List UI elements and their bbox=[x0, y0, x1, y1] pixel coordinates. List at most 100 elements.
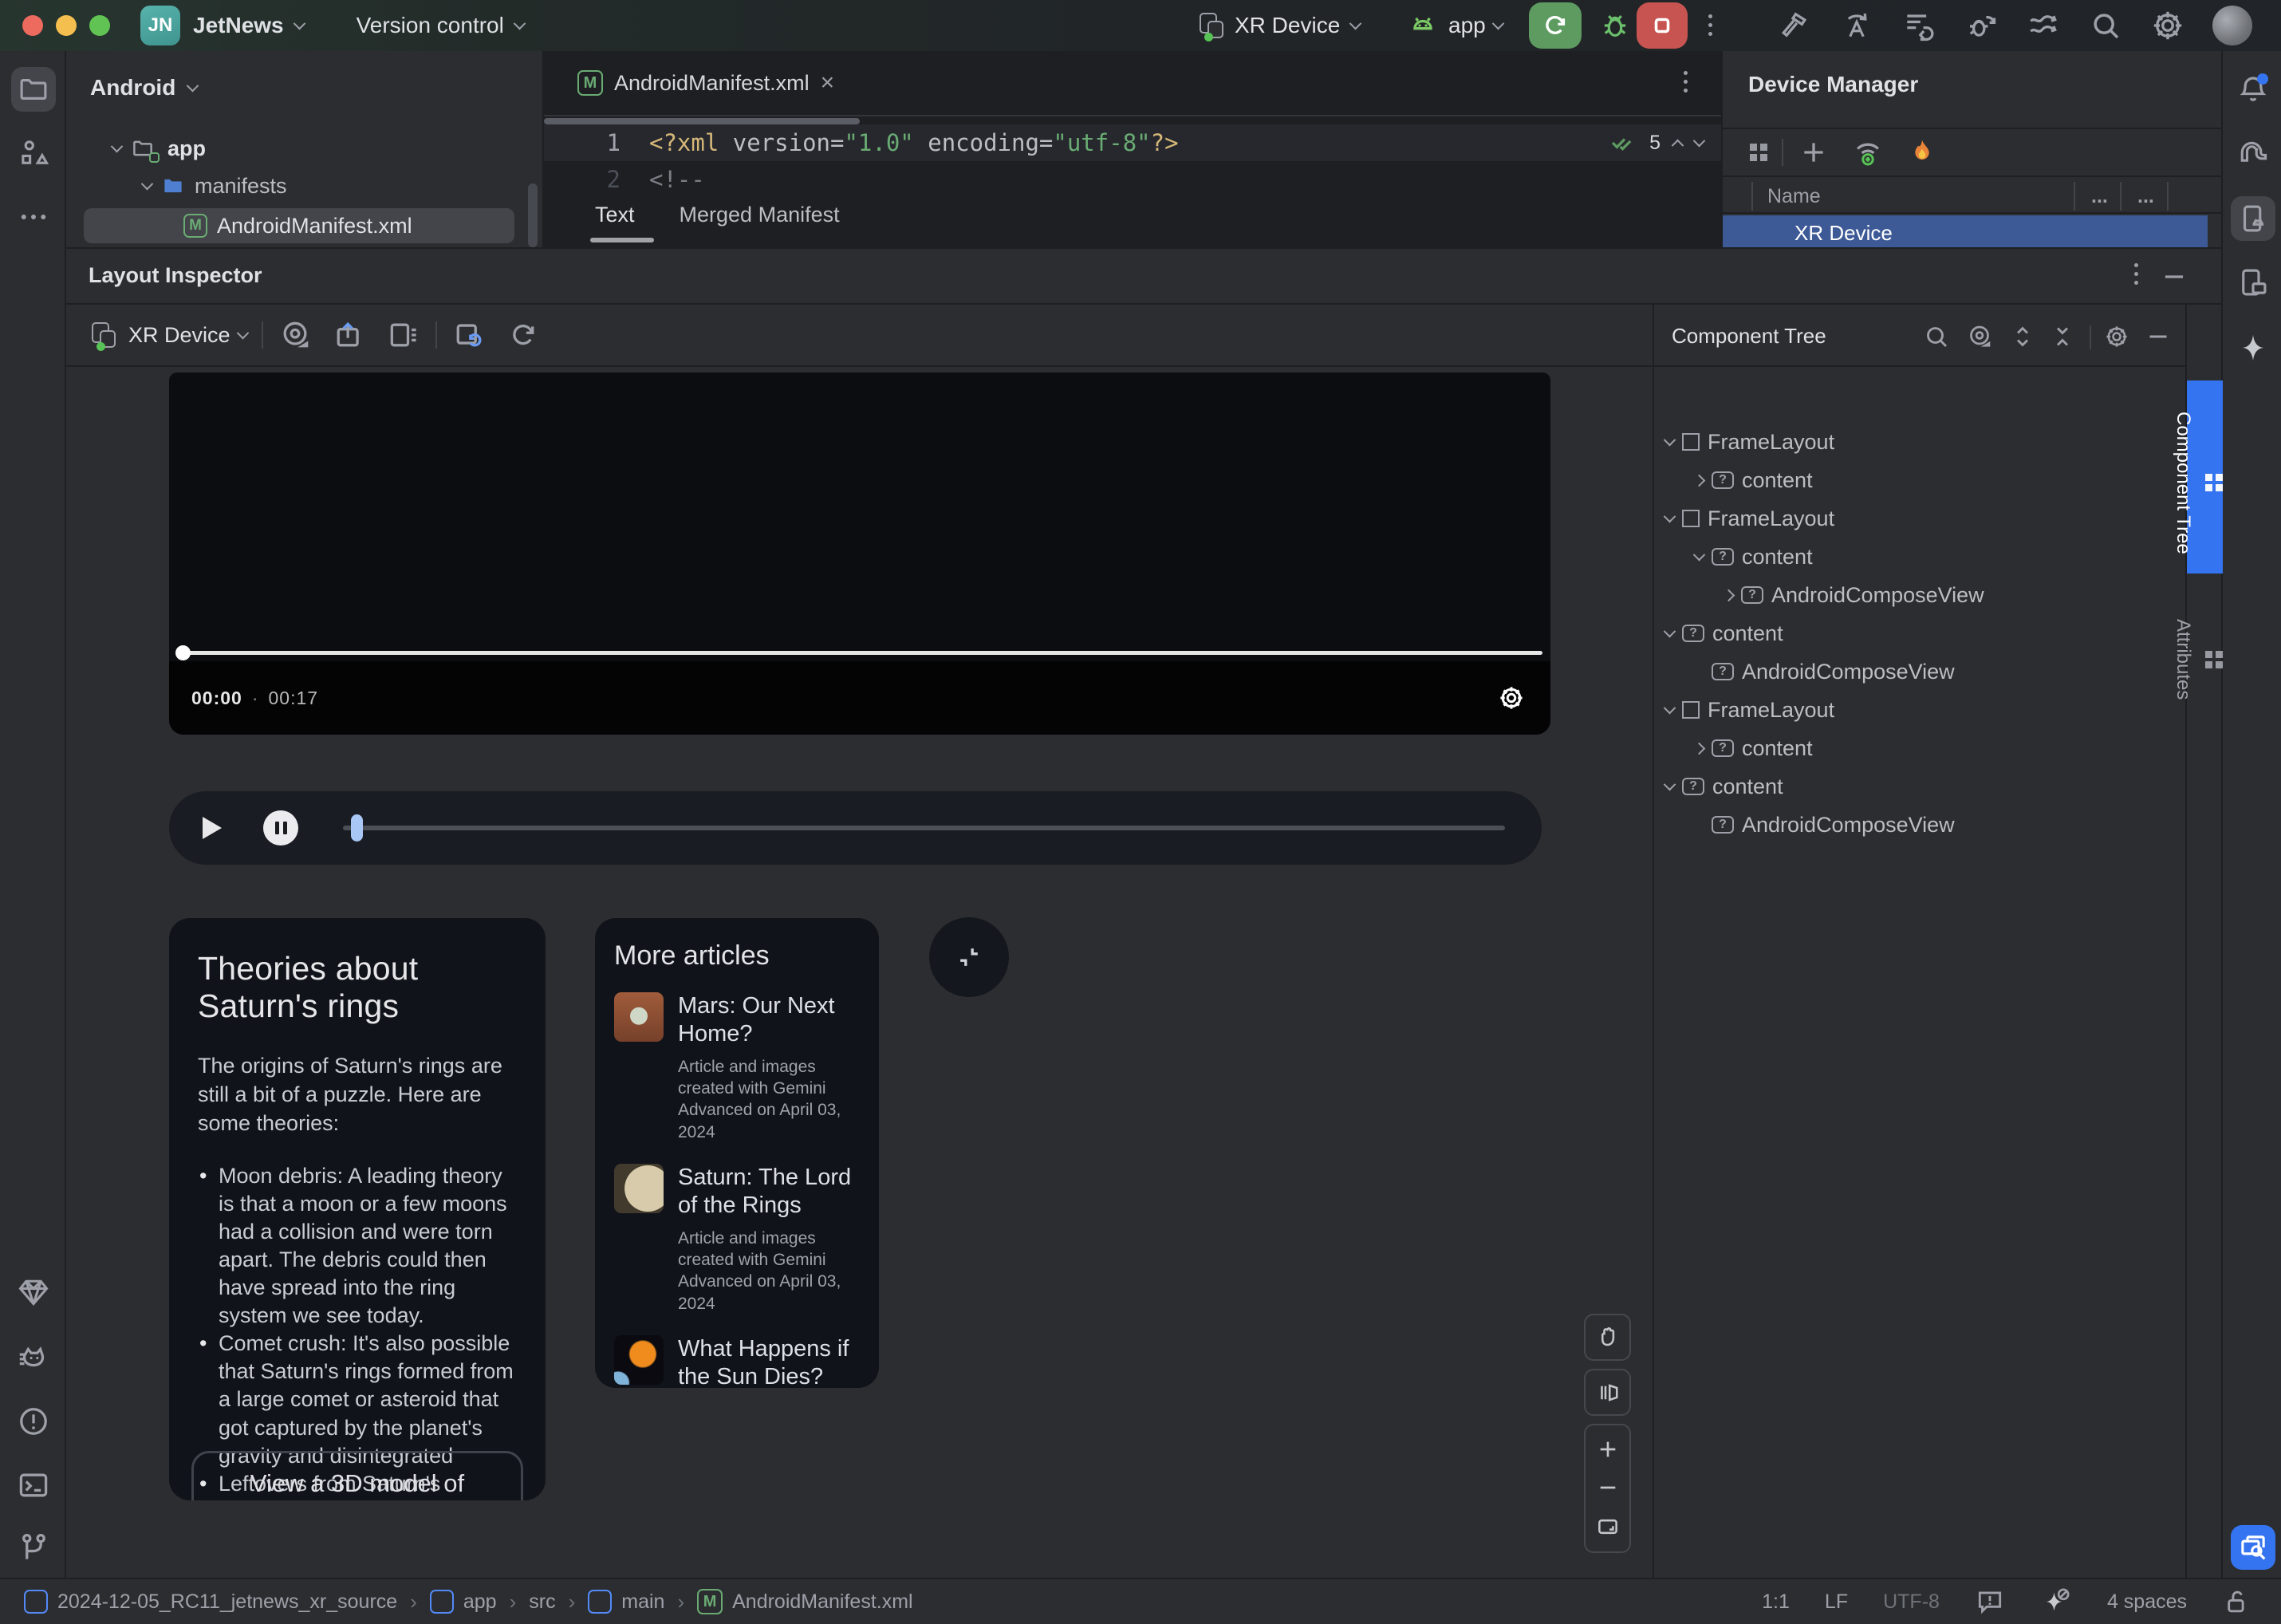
video-settings-gear-icon[interactable] bbox=[1496, 683, 1527, 713]
tree-settings-gear-icon[interactable] bbox=[2102, 322, 2131, 351]
3d-mode-button[interactable] bbox=[1584, 1369, 1631, 1416]
tree-node[interactable]: FrameLayout bbox=[1654, 691, 2185, 729]
indent-setting[interactable]: 4 spaces bbox=[2107, 1590, 2187, 1614]
inspections-widget-icon[interactable] bbox=[1975, 1587, 2005, 1617]
window-controls[interactable] bbox=[22, 15, 123, 36]
column-header-more[interactable]: ... bbox=[2091, 179, 2108, 214]
prev-problem-icon[interactable] bbox=[1671, 139, 1684, 152]
chevron-right-icon[interactable] bbox=[1692, 742, 1706, 755]
tree-node[interactable]: ? content bbox=[1654, 767, 2185, 806]
snapshot-list-icon[interactable] bbox=[386, 317, 421, 353]
project-widget[interactable]: JN JetNews bbox=[140, 6, 305, 45]
tree-node[interactable]: FrameLayout bbox=[1654, 499, 2185, 538]
article-list-item[interactable]: What Happens if the Sun Dies?Article and… bbox=[614, 1334, 860, 1388]
pair-wifi-device-icon[interactable] bbox=[1850, 135, 1885, 170]
view-options-icon[interactable] bbox=[278, 317, 313, 353]
live-updates-icon[interactable] bbox=[451, 317, 487, 353]
inspector-canvas[interactable]: 00:00 · 00:17 Theories about Saturn's ri… bbox=[66, 367, 1653, 1579]
device-selector[interactable]: XR Device bbox=[1196, 10, 1362, 41]
chevron-right-icon[interactable] bbox=[1692, 474, 1706, 487]
pause-button[interactable] bbox=[263, 810, 298, 846]
breadcrumb-item[interactable]: main bbox=[588, 1590, 664, 1614]
line-ending[interactable]: LF bbox=[1825, 1590, 1848, 1614]
settings-gear-icon[interactable] bbox=[2150, 8, 2185, 43]
problems-tool-button[interactable] bbox=[11, 1399, 56, 1444]
tree-item-manifest-file[interactable]: M AndroidManifest.xml bbox=[183, 208, 412, 243]
video-progress-track[interactable] bbox=[180, 651, 1542, 655]
breadcrumb-item[interactable]: app bbox=[429, 1590, 497, 1614]
chevron-down-icon[interactable] bbox=[1663, 625, 1676, 637]
tree-node[interactable]: ? content bbox=[1654, 461, 2185, 499]
breadcrumb-item[interactable]: src bbox=[529, 1590, 555, 1614]
gradle-button[interactable] bbox=[2231, 131, 2275, 175]
tree-node[interactable]: ? content bbox=[1654, 614, 2185, 652]
maximize-window-button[interactable] bbox=[89, 15, 110, 36]
tab-text[interactable]: Text bbox=[595, 203, 635, 227]
export-snapshot-icon[interactable] bbox=[332, 317, 367, 353]
column-header-more[interactable]: ... bbox=[2137, 179, 2154, 214]
vcs-update-icon[interactable] bbox=[2026, 8, 2061, 43]
profiler-tool-button[interactable] bbox=[11, 1335, 56, 1380]
filter-view-options-icon[interactable] bbox=[1965, 322, 1994, 351]
rerun-button[interactable] bbox=[1529, 2, 1582, 49]
chevron-down-icon[interactable] bbox=[1663, 433, 1676, 446]
device-grid-view-icon[interactable] bbox=[1750, 144, 1767, 161]
name-column-header[interactable]: Name bbox=[1767, 179, 1821, 214]
file-encoding[interactable]: UTF-8 bbox=[1883, 1590, 1940, 1614]
breadcrumb-item[interactable]: M AndroidManifest.xml bbox=[697, 1589, 913, 1614]
tree-node[interactable]: ? content bbox=[1654, 729, 2185, 767]
inspection-widget[interactable]: 5 bbox=[1608, 124, 1706, 161]
play-icon[interactable] bbox=[203, 817, 222, 839]
project-view-selector[interactable]: Android bbox=[90, 75, 199, 101]
tab-attributes[interactable]: Attributes bbox=[2173, 598, 2223, 710]
run-more-options[interactable] bbox=[1708, 14, 1712, 36]
inspector-device-selector[interactable]: XR Device bbox=[89, 319, 249, 351]
running-devices-button[interactable] bbox=[2231, 260, 2275, 305]
tree-node[interactable]: ? AndroidComposeView bbox=[1654, 652, 2185, 691]
add-device-icon[interactable] bbox=[1798, 136, 1830, 168]
video-progress-handle[interactable] bbox=[175, 645, 191, 660]
zoom-fit-icon[interactable] bbox=[1594, 1513, 1621, 1540]
refresh-icon[interactable] bbox=[506, 317, 541, 353]
tree-item-app[interactable]: app bbox=[110, 131, 206, 166]
tab-merged-manifest[interactable]: Merged Manifest bbox=[680, 203, 840, 227]
tree-node[interactable]: ? AndroidComposeView bbox=[1654, 576, 2185, 614]
code-line[interactable]: 1 <?xml version="1.0" encoding="utf-8"?> bbox=[544, 124, 1721, 161]
device-row-xr-device[interactable]: XR Device bbox=[1723, 215, 2208, 247]
code-line[interactable]: 2 <!-- bbox=[544, 161, 1721, 198]
notifications-button[interactable] bbox=[2231, 67, 2275, 112]
tree-node[interactable]: ? content bbox=[1654, 538, 2185, 576]
more-tool-windows-button[interactable] bbox=[11, 195, 56, 239]
search-everywhere-icon[interactable] bbox=[2088, 8, 2123, 43]
terminal-tool-button[interactable] bbox=[11, 1463, 56, 1508]
minimize-window-button[interactable] bbox=[56, 15, 77, 36]
profiler-bug-icon[interactable] bbox=[1964, 8, 1999, 43]
vcs-widget[interactable]: Version control bbox=[344, 13, 526, 38]
ai-disabled-icon[interactable] bbox=[2040, 1586, 2072, 1618]
project-tool-button[interactable] bbox=[11, 67, 56, 112]
lock-open-icon[interactable] bbox=[2222, 1587, 2252, 1617]
caret-position[interactable]: 1:1 bbox=[1762, 1590, 1790, 1614]
stop-button[interactable] bbox=[1637, 2, 1688, 49]
firebase-icon[interactable] bbox=[1906, 136, 1938, 168]
video-player[interactable]: 00:00 · 00:17 bbox=[169, 372, 1550, 735]
project-scrollbar[interactable] bbox=[528, 183, 538, 247]
close-tab-icon[interactable]: × bbox=[821, 71, 835, 95]
history-rollback-icon[interactable] bbox=[1901, 8, 1936, 43]
app-quality-insights-button[interactable] bbox=[11, 1270, 56, 1315]
seek-slider-thumb[interactable] bbox=[351, 814, 363, 842]
structure-tool-button[interactable] bbox=[11, 131, 56, 175]
device-manager-button[interactable] bbox=[2231, 196, 2275, 241]
tree-node[interactable]: ? AndroidComposeView bbox=[1654, 806, 2185, 844]
hide-tree-icon[interactable] bbox=[2144, 322, 2173, 351]
breadcrumb-item[interactable]: 2024-12-05_RC11_jetnews_xr_source bbox=[24, 1590, 397, 1614]
zoom-in-icon[interactable] bbox=[1595, 1437, 1621, 1462]
tree-item-manifests[interactable]: manifests bbox=[140, 168, 287, 203]
debug-button[interactable] bbox=[1589, 2, 1641, 49]
inspector-options-kebab[interactable] bbox=[2134, 263, 2138, 285]
next-problem-icon[interactable] bbox=[1692, 134, 1706, 147]
collapse-all-icon[interactable] bbox=[2048, 322, 2077, 351]
minimize-panel-icon[interactable] bbox=[2159, 262, 2189, 292]
git-tool-button[interactable] bbox=[11, 1525, 56, 1570]
zoom-out-icon[interactable] bbox=[1595, 1475, 1621, 1500]
